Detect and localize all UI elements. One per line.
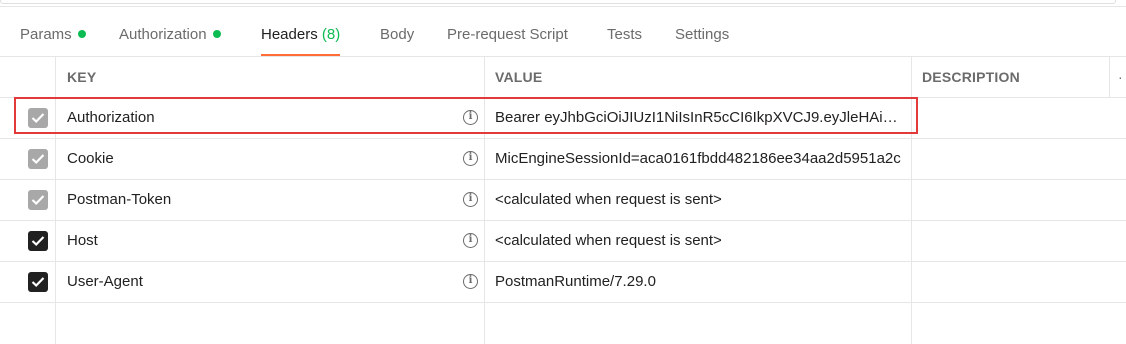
tab-body[interactable]: Body — [380, 14, 414, 56]
column-divider — [55, 98, 56, 138]
row-checkbox[interactable] — [28, 149, 48, 169]
table-row: User-Agent i PostmanRuntime/7.29.0 — [0, 262, 1126, 303]
row-checkbox[interactable] — [28, 272, 48, 292]
info-icon[interactable]: i — [463, 233, 478, 248]
tab-authorization[interactable]: Authorization — [119, 14, 221, 56]
column-header-key: KEY — [67, 69, 97, 85]
column-divider — [55, 57, 56, 97]
column-divider — [484, 139, 485, 179]
table-row: Cookie i MicEngineSessionId=aca0161fbdd4… — [0, 139, 1126, 180]
tab-headers[interactable]: Headers (8) — [261, 14, 341, 56]
tab-params[interactable]: Params — [20, 14, 86, 56]
row-checkbox[interactable] — [28, 231, 48, 251]
status-dot-icon — [212, 30, 221, 39]
header-key[interactable]: Cookie — [67, 139, 114, 179]
tab-pre-request-script[interactable]: Pre-request Script — [447, 14, 568, 56]
url-input-bottom[interactable] — [0, 0, 1116, 4]
info-icon[interactable]: i — [463, 110, 478, 125]
header-key[interactable]: Host — [67, 221, 98, 261]
info-icon[interactable]: i — [463, 151, 478, 166]
header-value[interactable]: Bearer eyJhbGciOiJIUzI1NiIsInR5cCI6IkpXV… — [495, 98, 905, 138]
column-divider — [484, 303, 485, 344]
table-header-row: KEY VALUE DESCRIPTION · — [0, 57, 1126, 98]
column-divider — [55, 303, 56, 344]
info-icon[interactable]: i — [463, 274, 478, 289]
column-divider — [484, 98, 485, 138]
tab-tests[interactable]: Tests — [607, 14, 642, 56]
table-row: Host i <calculated when request is sent> — [0, 221, 1126, 262]
tab-label: Authorization — [119, 26, 207, 43]
tab-label: Headers — [261, 26, 318, 43]
header-value[interactable]: <calculated when request is sent> — [495, 180, 905, 220]
column-header-description: DESCRIPTION — [922, 69, 1020, 85]
column-header-value: VALUE — [495, 69, 543, 85]
column-divider — [911, 139, 912, 179]
more-columns-icon[interactable]: · — [1118, 57, 1123, 97]
request-tabs: Params Authorization Headers (8) Body Pr… — [0, 14, 1126, 56]
header-key[interactable]: Postman-Token — [67, 180, 171, 220]
tab-settings[interactable]: Settings — [675, 14, 729, 56]
header-key[interactable]: User-Agent — [67, 262, 143, 302]
status-dot-icon — [77, 30, 86, 39]
table-row: Postman-Token i <calculated when request… — [0, 180, 1126, 221]
url-bar-edge — [0, 0, 1126, 7]
column-divider — [55, 221, 56, 261]
column-divider — [911, 98, 912, 138]
column-divider — [55, 262, 56, 302]
tab-label: Settings — [675, 26, 730, 43]
tab-label: Params — [20, 26, 72, 43]
column-divider — [911, 262, 912, 302]
table-row-partial — [0, 303, 1126, 344]
header-key[interactable]: Authorization — [67, 98, 155, 138]
row-checkbox[interactable] — [28, 108, 48, 128]
column-divider — [484, 262, 485, 302]
column-divider — [911, 221, 912, 261]
tab-label: Body — [380, 26, 415, 43]
header-value[interactable]: MicEngineSessionId=aca0161fbdd482186ee34… — [495, 139, 905, 179]
column-divider — [484, 221, 485, 261]
column-divider — [911, 303, 912, 344]
column-divider — [911, 57, 912, 97]
header-value[interactable]: PostmanRuntime/7.29.0 — [495, 262, 905, 302]
info-icon[interactable]: i — [463, 192, 478, 207]
tab-label: Tests — [607, 26, 643, 43]
row-checkbox[interactable] — [28, 190, 48, 210]
column-divider — [1109, 57, 1110, 97]
header-value[interactable]: <calculated when request is sent> — [495, 221, 905, 261]
headers-count: (8) — [321, 26, 341, 43]
table-row: Authorization i Bearer eyJhbGciOiJIUzI1N… — [0, 98, 1126, 139]
column-divider — [911, 180, 912, 220]
column-divider — [484, 57, 485, 97]
tab-label: Pre-request Script — [447, 26, 568, 43]
column-divider — [55, 180, 56, 220]
column-divider — [55, 139, 56, 179]
column-divider — [484, 180, 485, 220]
headers-table: KEY VALUE DESCRIPTION · Authorization i … — [0, 56, 1126, 344]
